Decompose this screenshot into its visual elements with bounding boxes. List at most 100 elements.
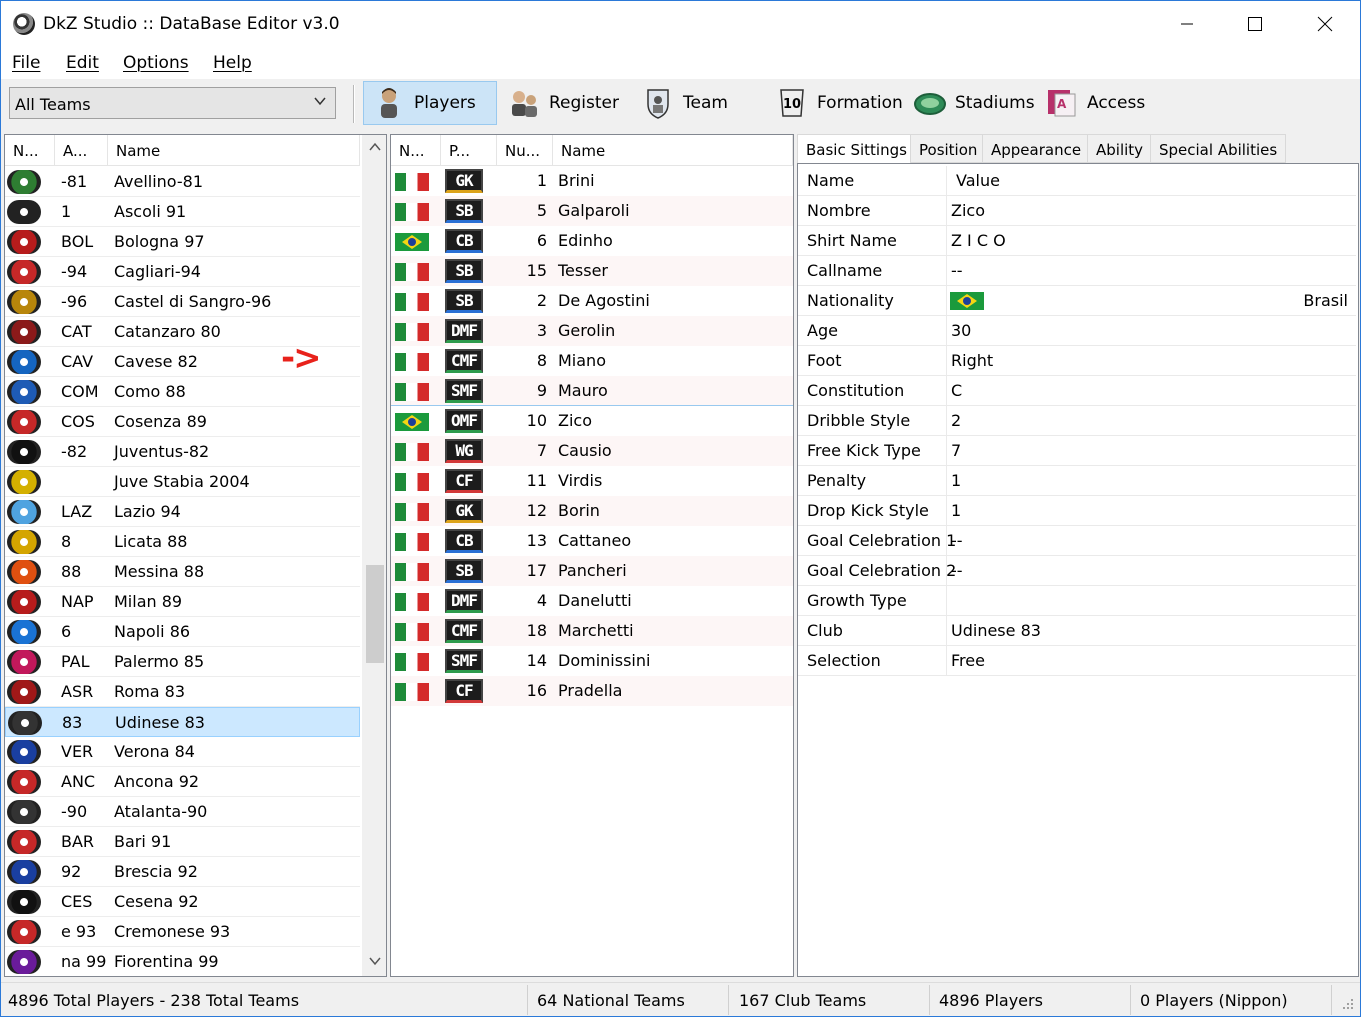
team-row[interactable]: 92 Brescia 92 bbox=[5, 857, 360, 887]
tab-special-abilities[interactable]: Special Abilities bbox=[1150, 134, 1287, 163]
player-row[interactable]: CF 11 Virdis bbox=[391, 466, 793, 496]
menu-options[interactable]: Options bbox=[123, 53, 189, 73]
player-row[interactable]: SMF 14 Dominissini bbox=[391, 646, 793, 676]
team-row[interactable]: LAZ Lazio 94 bbox=[5, 497, 360, 527]
players-col-pos[interactable]: P... bbox=[441, 135, 497, 166]
teams-col-abbr[interactable]: A... bbox=[55, 135, 108, 166]
property-row[interactable]: Drop Kick Style 1 bbox=[798, 496, 1356, 526]
players-button[interactable]: Players bbox=[363, 81, 497, 125]
property-row[interactable]: Goal Celebration 1 -- bbox=[798, 526, 1356, 556]
tab-position[interactable]: Position bbox=[910, 134, 987, 163]
team-row[interactable]: ASR Roma 83 bbox=[5, 677, 360, 707]
players-col-num[interactable]: Nu... bbox=[497, 135, 553, 166]
stadiums-button[interactable]: Stadiums bbox=[905, 81, 1035, 125]
italy-flag-icon bbox=[395, 683, 429, 701]
menu-edit[interactable]: Edit bbox=[66, 53, 99, 73]
teams-col-n[interactable]: N... bbox=[5, 135, 55, 166]
property-row[interactable]: Free Kick Type 7 bbox=[798, 436, 1356, 466]
player-row[interactable]: CMF 8 Miano bbox=[391, 346, 793, 376]
player-name: Danelutti bbox=[558, 591, 632, 610]
team-row[interactable]: 1 Ascoli 91 bbox=[5, 197, 360, 227]
team-crest-icon bbox=[7, 920, 41, 944]
team-row[interactable]: e 93 Cremonese 93 bbox=[5, 917, 360, 947]
player-name: Pradella bbox=[558, 681, 623, 700]
maximize-button[interactable] bbox=[1232, 1, 1278, 47]
team-row[interactable]: -90 Atalanta-90 bbox=[5, 797, 360, 827]
status-divider bbox=[1130, 985, 1131, 1015]
property-row[interactable]: Callname -- bbox=[798, 256, 1356, 286]
property-row[interactable]: Nombre Zico bbox=[798, 196, 1356, 226]
menu-file[interactable]: File bbox=[12, 53, 40, 73]
access-button[interactable]: A Access bbox=[1037, 81, 1157, 125]
player-row[interactable]: WG 7 Causio bbox=[391, 436, 793, 466]
close-button[interactable] bbox=[1302, 1, 1348, 47]
team-row[interactable]: BOL Bologna 97 bbox=[5, 227, 360, 257]
team-row[interactable]: COS Cosenza 89 bbox=[5, 407, 360, 437]
tab-ability[interactable]: Ability bbox=[1087, 134, 1153, 163]
team-row[interactable]: PAL Palermo 85 bbox=[5, 647, 360, 677]
teams-scrollbar[interactable] bbox=[362, 135, 386, 976]
player-row[interactable]: SB 17 Pancheri bbox=[391, 556, 793, 586]
player-row[interactable]: CB 6 Edinho bbox=[391, 226, 793, 256]
team-row[interactable]: 8 Licata 88 bbox=[5, 527, 360, 557]
team-abbr: CAT bbox=[61, 322, 92, 341]
tab-appearance[interactable]: Appearance bbox=[982, 134, 1091, 163]
team-row[interactable]: na 99 Fiorentina 99 bbox=[5, 947, 360, 976]
scroll-thumb[interactable] bbox=[366, 565, 384, 663]
player-row[interactable]: SB 15 Tesser bbox=[391, 256, 793, 286]
player-row[interactable]: SB 2 De Agostini bbox=[391, 286, 793, 316]
register-button[interactable]: Register bbox=[499, 81, 619, 125]
property-row[interactable]: Club Udinese 83 bbox=[798, 616, 1356, 646]
team-row[interactable]: Juve Stabia 2004 bbox=[5, 467, 360, 497]
property-name: Free Kick Type bbox=[807, 441, 921, 460]
team-row[interactable]: VER Verona 84 bbox=[5, 737, 360, 767]
property-row[interactable]: Goal Celebration 2 -- bbox=[798, 556, 1356, 586]
player-row[interactable]: SB 5 Galparoli bbox=[391, 196, 793, 226]
team-row[interactable]: -81 Avellino-81 bbox=[5, 167, 360, 197]
players-col-nat[interactable]: N... bbox=[391, 135, 441, 166]
property-row[interactable]: Age 30 bbox=[798, 316, 1356, 346]
minimize-button[interactable] bbox=[1164, 1, 1210, 47]
player-row[interactable]: CB 13 Cattaneo bbox=[391, 526, 793, 556]
property-row[interactable]: Selection Free bbox=[798, 646, 1356, 676]
team-filter-dropdown[interactable]: All Teams bbox=[9, 87, 336, 119]
players-col-name[interactable]: Name bbox=[553, 135, 793, 166]
resize-grip-icon[interactable] bbox=[1341, 997, 1355, 1015]
player-row[interactable]: DMF 4 Danelutti bbox=[391, 586, 793, 616]
team-row[interactable]: BAR Bari 91 bbox=[5, 827, 360, 857]
player-row[interactable]: CF 16 Pradella bbox=[391, 676, 793, 706]
team-row[interactable]: -82 Juventus-82 bbox=[5, 437, 360, 467]
property-row[interactable]: Nationality Brasil bbox=[798, 286, 1356, 316]
teams-col-name[interactable]: Name bbox=[108, 135, 360, 166]
team-row[interactable]: 83 Udinese 83 bbox=[5, 707, 360, 737]
player-row[interactable]: GK 1 Brini bbox=[391, 166, 793, 196]
property-row[interactable]: Shirt Name Z I C O bbox=[798, 226, 1356, 256]
team-row[interactable]: -96 Castel di Sangro-96 bbox=[5, 287, 360, 317]
property-name: Goal Celebration 2 bbox=[807, 561, 957, 580]
formation-button[interactable]: 10 Formation bbox=[767, 81, 905, 125]
player-row[interactable]: CMF 18 Marchetti bbox=[391, 616, 793, 646]
team-row[interactable]: COM Como 88 bbox=[5, 377, 360, 407]
property-row[interactable]: Dribble Style 2 bbox=[798, 406, 1356, 436]
team-row[interactable]: 6 Napoli 86 bbox=[5, 617, 360, 647]
tab-basic-settings[interactable]: Basic Sittings bbox=[797, 134, 916, 165]
scroll-up-icon[interactable] bbox=[368, 141, 382, 156]
team-row[interactable]: ANC Ancona 92 bbox=[5, 767, 360, 797]
player-row[interactable]: GK 12 Borin bbox=[391, 496, 793, 526]
scroll-down-icon[interactable] bbox=[368, 955, 382, 970]
team-row[interactable]: 88 Messina 88 bbox=[5, 557, 360, 587]
property-row[interactable]: Constitution C bbox=[798, 376, 1356, 406]
player-row[interactable]: DMF 3 Gerolin bbox=[391, 316, 793, 346]
menu-help[interactable]: Help bbox=[213, 53, 252, 73]
team-row[interactable]: -94 Cagliari-94 bbox=[5, 257, 360, 287]
property-row[interactable]: Foot Right bbox=[798, 346, 1356, 376]
player-row[interactable]: SMF 9 Mauro bbox=[391, 376, 793, 406]
property-row[interactable]: Penalty 1 bbox=[798, 466, 1356, 496]
team-row[interactable]: NAP Milan 89 bbox=[5, 587, 360, 617]
player-name: De Agostini bbox=[558, 291, 650, 310]
column-divider bbox=[946, 286, 947, 316]
property-row[interactable]: Growth Type bbox=[798, 586, 1356, 616]
team-button[interactable]: Team bbox=[633, 81, 753, 125]
team-row[interactable]: CES Cesena 92 bbox=[5, 887, 360, 917]
player-row[interactable]: OMF 10 Zico bbox=[391, 405, 793, 437]
